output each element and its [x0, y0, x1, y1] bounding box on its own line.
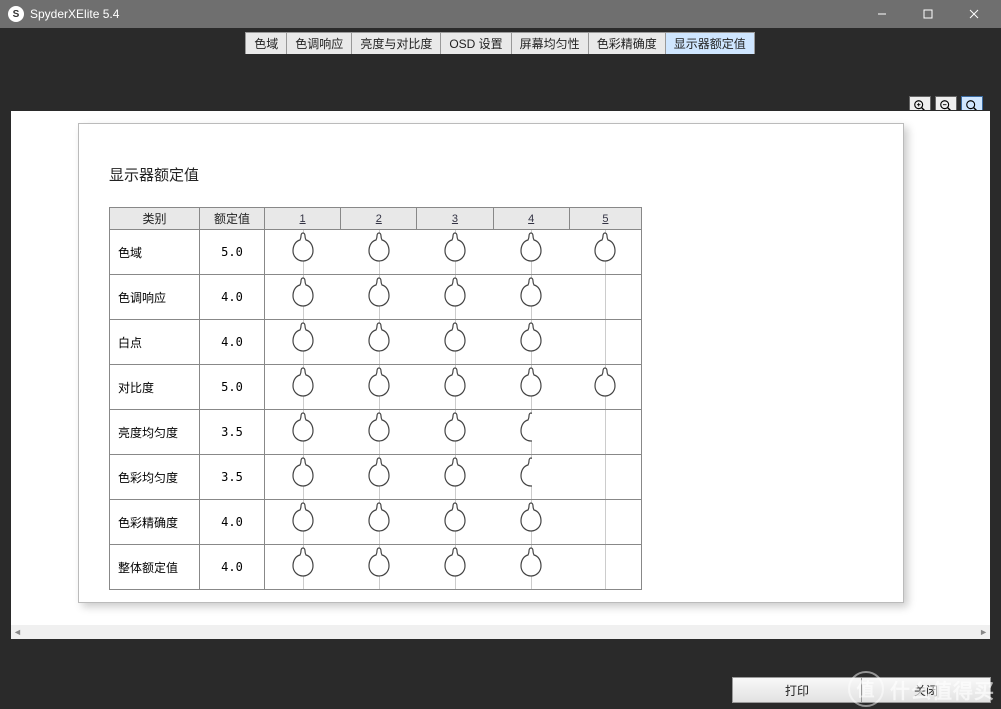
- pear-icon: [440, 275, 470, 319]
- cell-value: 5.0: [200, 365, 265, 410]
- pear-icon: [440, 365, 470, 409]
- col-value: 额定值: [200, 208, 265, 230]
- tab-6[interactable]: 显示器额定值: [665, 32, 755, 54]
- table-row: 色彩均匀度3.5: [110, 455, 642, 500]
- pear-icon: [364, 230, 394, 274]
- col-1: 1: [265, 208, 341, 230]
- scroll-right-icon[interactable]: ►: [979, 627, 988, 637]
- pear-icon: [288, 410, 318, 454]
- cell-value: 4.0: [200, 320, 265, 365]
- footer-buttons: 打印 关闭: [733, 677, 991, 703]
- page-title: 显示器额定值: [109, 164, 883, 185]
- cell-category: 色调响应: [110, 275, 200, 320]
- pear-icon: [288, 500, 318, 544]
- pear-icon: [516, 275, 546, 319]
- pear-half-icon: [516, 455, 546, 499]
- tab-4[interactable]: 屏幕均匀性: [511, 32, 589, 54]
- tab-3[interactable]: OSD 设置: [440, 32, 511, 54]
- cell-category: 白点: [110, 320, 200, 365]
- cell-value: 4.0: [200, 275, 265, 320]
- pear-icon: [364, 545, 394, 589]
- cell-value: 4.0: [200, 545, 265, 590]
- pear-icon: [516, 545, 546, 589]
- col-3: 3: [417, 208, 493, 230]
- print-button[interactable]: 打印: [732, 677, 862, 703]
- col-5: 5: [569, 208, 641, 230]
- table-row: 色域5.0: [110, 230, 642, 275]
- cell-category: 对比度: [110, 365, 200, 410]
- pear-icon: [364, 320, 394, 364]
- app-icon: S: [8, 6, 24, 22]
- pear-icon: [440, 545, 470, 589]
- close-page-button[interactable]: 关闭: [861, 677, 991, 703]
- cell-category: 色彩精确度: [110, 500, 200, 545]
- pear-icon: [288, 545, 318, 589]
- pear-half-icon: [516, 410, 546, 454]
- scroll-left-icon[interactable]: ◄: [13, 627, 22, 637]
- titlebar: S SpyderXElite 5.4: [0, 0, 1001, 28]
- horizontal-scrollbar[interactable]: ◄ ►: [11, 625, 990, 639]
- cell-category: 整体额定值: [110, 545, 200, 590]
- cell-rating: [265, 545, 642, 590]
- report-page: 显示器额定值 类别 额定值 1 2 3 4 5: [78, 123, 904, 603]
- cell-rating: [265, 365, 642, 410]
- pear-icon: [440, 455, 470, 499]
- pear-icon: [440, 500, 470, 544]
- col-2: 2: [341, 208, 417, 230]
- pear-icon: [440, 410, 470, 454]
- col-4: 4: [493, 208, 569, 230]
- col-category: 类别: [110, 208, 200, 230]
- pear-icon: [440, 230, 470, 274]
- cell-rating: [265, 230, 642, 275]
- cell-value: 5.0: [200, 230, 265, 275]
- pear-icon: [516, 320, 546, 364]
- pear-icon: [516, 230, 546, 274]
- pear-icon: [288, 275, 318, 319]
- cell-value: 4.0: [200, 500, 265, 545]
- table-row: 整体额定值4.0: [110, 545, 642, 590]
- pear-icon: [516, 365, 546, 409]
- preview-area: 显示器额定值 类别 额定值 1 2 3 4 5: [10, 110, 991, 640]
- table-row: 白点4.0: [110, 320, 642, 365]
- pear-icon: [364, 500, 394, 544]
- close-button[interactable]: [951, 0, 997, 28]
- cell-category: 色域: [110, 230, 200, 275]
- cell-value: 3.5: [200, 410, 265, 455]
- cell-category: 色彩均匀度: [110, 455, 200, 500]
- tab-1[interactable]: 色调响应: [286, 32, 352, 54]
- ratings-table: 类别 额定值 1 2 3 4 5 色域5.0色调响应4.0白点4.0对比度5.0…: [109, 207, 642, 590]
- cell-rating: [265, 455, 642, 500]
- pear-icon: [288, 365, 318, 409]
- pear-icon: [516, 500, 546, 544]
- cell-rating: [265, 275, 642, 320]
- table-row: 色调响应4.0: [110, 275, 642, 320]
- pear-icon: [364, 365, 394, 409]
- pear-icon: [288, 320, 318, 364]
- pear-icon: [364, 410, 394, 454]
- tab-5[interactable]: 色彩精确度: [588, 32, 666, 54]
- app-body: 色域色调响应亮度与对比度OSD 设置屏幕均匀性色彩精确度显示器额定值 显示器额定…: [0, 28, 1001, 709]
- tab-2[interactable]: 亮度与对比度: [351, 32, 441, 54]
- pear-icon: [288, 455, 318, 499]
- table-header-row: 类别 额定值 1 2 3 4 5: [110, 208, 642, 230]
- table-row: 对比度5.0: [110, 365, 642, 410]
- tab-strip: 色域色调响应亮度与对比度OSD 设置屏幕均匀性色彩精确度显示器额定值: [10, 28, 991, 50]
- tab-0[interactable]: 色域: [245, 32, 287, 54]
- table-row: 色彩精确度4.0: [110, 500, 642, 545]
- window-title: SpyderXElite 5.4: [30, 7, 859, 21]
- pear-icon: [288, 230, 318, 274]
- cell-category: 亮度均匀度: [110, 410, 200, 455]
- pear-icon: [364, 275, 394, 319]
- cell-value: 3.5: [200, 455, 265, 500]
- table-row: 亮度均匀度3.5: [110, 410, 642, 455]
- cell-rating: [265, 410, 642, 455]
- pear-icon: [364, 455, 394, 499]
- pear-icon: [440, 320, 470, 364]
- cell-rating: [265, 320, 642, 365]
- minimize-button[interactable]: [859, 0, 905, 28]
- cell-rating: [265, 500, 642, 545]
- maximize-button[interactable]: [905, 0, 951, 28]
- pear-icon: [590, 365, 620, 409]
- pear-icon: [590, 230, 620, 274]
